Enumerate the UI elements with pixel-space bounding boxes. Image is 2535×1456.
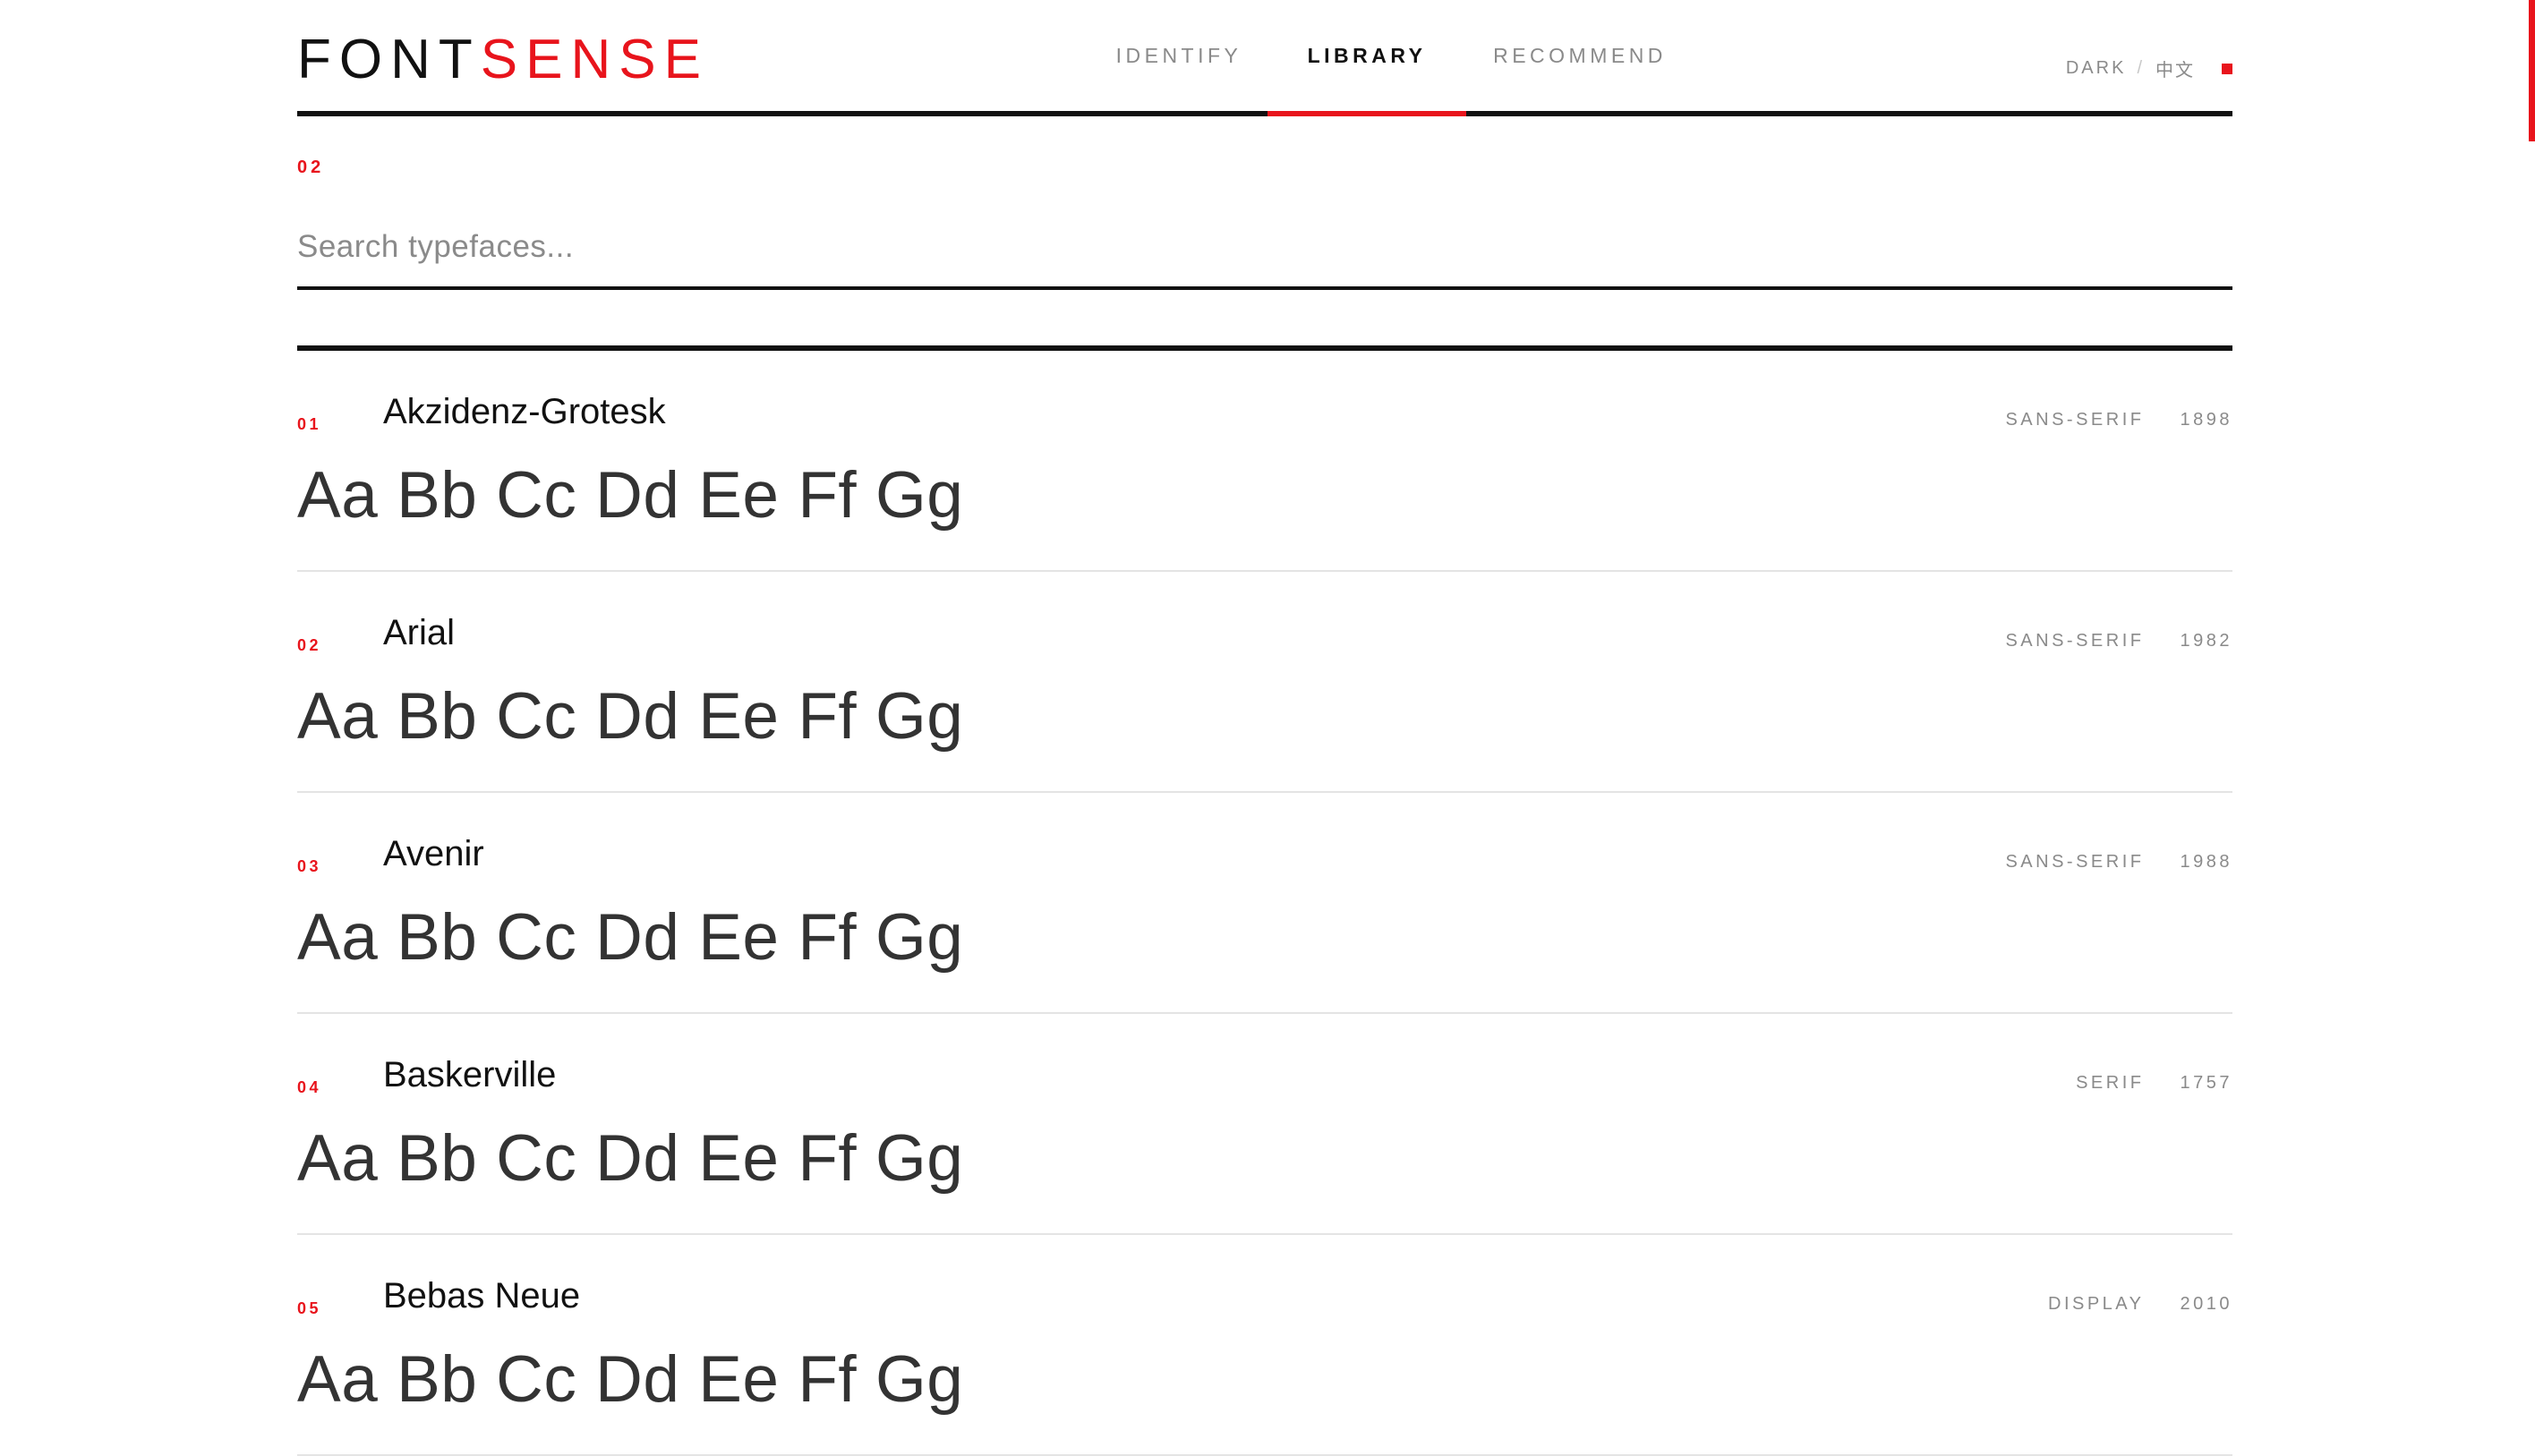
font-sample: Aa Bb Cc Dd Ee Ff Gg (297, 1122, 964, 1195)
row-number: 04 (297, 1078, 322, 1096)
font-row-avenir[interactable]: 03 Avenir SANS-SERIF 1988 Aa Bb Cc Dd Ee… (297, 793, 2232, 1014)
font-sample: Aa Bb Cc Dd Ee Ff Gg (297, 680, 964, 753)
font-year: 1988 (2180, 852, 2232, 872)
font-sample: Aa Bb Cc Dd Ee Ff Gg (297, 901, 964, 974)
site-header: FONTSENSE IDENTIFY LIBRARY RECOMMEND DAR… (297, 0, 2232, 116)
search-bar (297, 211, 2232, 290)
language-toggle[interactable]: 中文 (2155, 55, 2195, 81)
main-nav: IDENTIFY LIBRARY RECOMMEND (1090, 0, 1694, 116)
section-number: 02 (297, 158, 325, 177)
font-name: Avenir (383, 834, 484, 873)
font-category: SANS-SERIF (2005, 410, 2145, 430)
logo-part-font: FONT (297, 29, 481, 90)
logo-part-sense: SENSE (480, 29, 709, 90)
font-meta: DISPLAY 2010 (2048, 1294, 2232, 1315)
active-tab-indicator (1268, 111, 1466, 116)
row-number: 01 (297, 415, 322, 433)
page-container: FONTSENSE IDENTIFY LIBRARY RECOMMEND DAR… (297, 0, 2232, 1456)
font-name: Akzidenz-Grotesk (383, 392, 666, 431)
font-sample: Aa Bb Cc Dd Ee Ff Gg (297, 1343, 964, 1416)
search-input[interactable] (297, 211, 2232, 283)
nav-recommend-label: RECOMMEND (1493, 43, 1667, 67)
dark-mode-toggle[interactable]: DARK (2066, 58, 2127, 79)
controls-separator: / (2137, 58, 2145, 78)
nav-identify[interactable]: IDENTIFY (1090, 0, 1268, 111)
font-name: Baskerville (383, 1055, 557, 1094)
font-meta: SANS-SERIF 1988 (2005, 852, 2232, 873)
font-category: DISPLAY (2048, 1294, 2145, 1314)
accent-square-icon (2222, 63, 2232, 74)
font-list: 01 Akzidenz-Grotesk SANS-SERIF 1898 Aa B… (297, 351, 2232, 1456)
font-name: Arial (383, 613, 456, 652)
font-year: 2010 (2180, 1294, 2232, 1314)
font-year: 1757 (2180, 1073, 2232, 1093)
row-number: 03 (297, 857, 322, 875)
font-category: SANS-SERIF (2005, 852, 2145, 872)
nav-identify-label: IDENTIFY (1115, 43, 1242, 67)
font-sample: Aa Bb Cc Dd Ee Ff Gg (297, 459, 964, 532)
font-year: 1898 (2180, 410, 2232, 430)
nav-library[interactable]: LIBRARY (1268, 0, 1466, 116)
row-number: 02 (297, 636, 322, 654)
row-number: 05 (297, 1299, 322, 1317)
nav-library-label: LIBRARY (1307, 43, 1427, 67)
scroll-indicator[interactable] (2529, 0, 2535, 141)
font-row-akzidenz-grotesk[interactable]: 01 Akzidenz-Grotesk SANS-SERIF 1898 Aa B… (297, 351, 2232, 572)
font-name: Bebas Neue (383, 1276, 581, 1316)
header-controls: DARK / 中文 (2066, 55, 2232, 81)
font-row-baskerville[interactable]: 04 Baskerville SERIF 1757 Aa Bb Cc Dd Ee… (297, 1014, 2232, 1235)
font-meta: SERIF 1757 (2076, 1073, 2232, 1094)
font-category: SERIF (2076, 1073, 2145, 1093)
logo[interactable]: FONTSENSE (297, 32, 709, 88)
font-meta: SANS-SERIF 1898 (2005, 410, 2232, 430)
font-category: SANS-SERIF (2005, 631, 2145, 651)
font-year: 1982 (2180, 631, 2232, 651)
font-meta: SANS-SERIF 1982 (2005, 631, 2232, 651)
font-row-arial[interactable]: 02 Arial SANS-SERIF 1982 Aa Bb Cc Dd Ee … (297, 572, 2232, 793)
font-row-bebas-neue[interactable]: 05 Bebas Neue DISPLAY 2010 Aa Bb Cc Dd E… (297, 1235, 2232, 1456)
nav-recommend[interactable]: RECOMMEND (1466, 0, 1694, 111)
